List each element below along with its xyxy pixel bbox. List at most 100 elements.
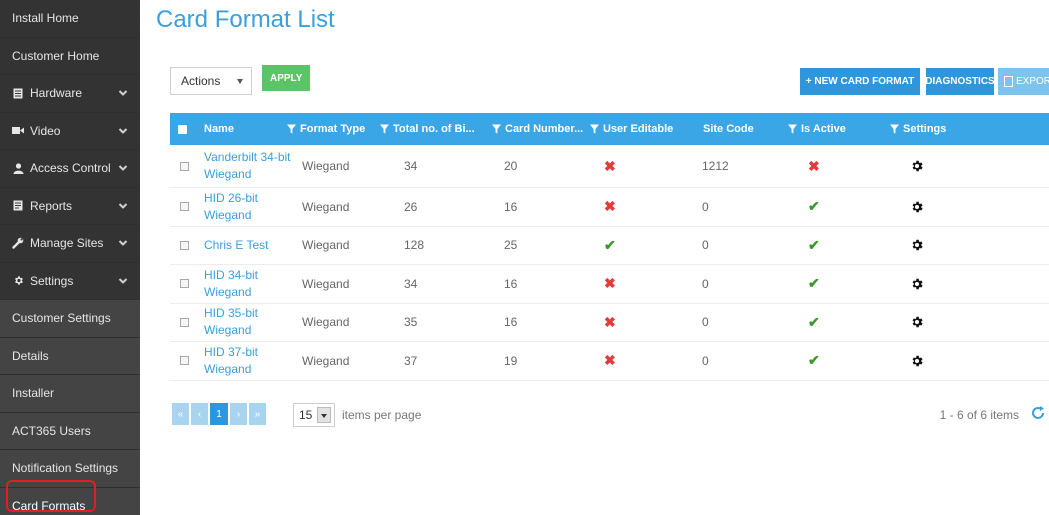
last-page-button[interactable]: » (249, 403, 266, 425)
gear-icon (912, 317, 923, 328)
wrench-icon (12, 237, 24, 249)
prev-page-button[interactable]: ‹ (191, 403, 208, 425)
header-settings[interactable]: Settings (890, 113, 946, 145)
filter-icon[interactable] (590, 124, 599, 134)
filter-icon[interactable] (492, 124, 501, 134)
filter-icon[interactable] (890, 124, 899, 134)
header-card-number[interactable]: Card Number... (492, 113, 583, 145)
user-editable-cell: ✖ (604, 188, 616, 226)
name-link-text[interactable]: HID 37-bit Wiegand (204, 344, 300, 378)
card-format-name-link[interactable]: Vanderbilt 34-bit Wiegand (204, 145, 300, 187)
table-row: Chris E Test Wiegand 128 25 ✔ 0 ✔ (170, 227, 1049, 265)
toolbar: Actions APPLY + NEW CARD FORMAT DIAGNOST… (170, 65, 1049, 95)
header-format-type[interactable]: Format Type (287, 113, 365, 145)
table-row: HID 34-bit Wiegand Wiegand 34 16 ✖ 0 ✔ (170, 265, 1049, 304)
is-active-cell: ✔ (808, 227, 820, 265)
sidebar-item-reports[interactable]: Reports (0, 187, 140, 225)
next-page-button[interactable]: › (230, 403, 247, 425)
is-active-cell: ✔ (808, 188, 820, 226)
header-total-bits[interactable]: Total no. of Bi... (380, 113, 475, 145)
card-number-cell: 19 (504, 353, 518, 368)
format-type-cell: Wiegand (302, 353, 350, 368)
sidebar-subitem-act365-users[interactable]: ACT365 Users (0, 412, 140, 450)
sidebar-item-hardware[interactable]: Hardware (0, 75, 140, 113)
site-code-cell: 0 (702, 199, 709, 214)
check-icon: ✔ (808, 236, 820, 253)
chevron-down-icon (118, 90, 128, 97)
sidebar-subitem-installer[interactable]: Installer (0, 375, 140, 413)
user-editable-cell: ✖ (604, 145, 616, 187)
header-label: Card Number... (505, 123, 584, 135)
row-checkbox[interactable] (180, 227, 189, 265)
row-checkbox[interactable] (180, 342, 189, 380)
new-card-format-button[interactable]: + NEW CARD FORMAT (800, 68, 920, 95)
check-icon: ✔ (808, 275, 820, 292)
card-format-name-link[interactable]: HID 26-bit Wiegand (204, 188, 300, 226)
sidebar-item-manage-sites[interactable]: Manage Sites (0, 225, 140, 263)
header-is-active[interactable]: Is Active (788, 113, 846, 145)
card-format-name-link[interactable]: HID 37-bit Wiegand (204, 342, 300, 380)
settings-gear-button[interactable] (910, 265, 924, 303)
row-checkbox[interactable] (180, 304, 189, 342)
check-icon: ✔ (808, 198, 820, 215)
user-editable-cell: ✖ (604, 342, 616, 380)
format-type-cell: Wiegand (302, 159, 350, 173)
sidebar: Install Home Customer Home Hardware Vide… (0, 0, 140, 515)
header-site-code[interactable]: Site Code (703, 113, 754, 145)
sidebar-subitem-details[interactable]: Details (0, 337, 140, 375)
card-format-name-link[interactable]: Chris E Test (204, 227, 300, 265)
grid-header: Name Format Type Total no. of Bi... Card… (170, 113, 1049, 145)
card-format-name-link[interactable]: HID 34-bit Wiegand (204, 265, 300, 303)
diagnostics-button[interactable]: DIAGNOSTICS (925, 68, 995, 95)
actions-select[interactable]: Actions (170, 67, 252, 95)
export-button[interactable]: EXPORT (998, 68, 1049, 95)
cross-icon: ✖ (808, 157, 820, 174)
row-checkbox[interactable] (180, 265, 189, 303)
card-format-name-link[interactable]: HID 35-bit Wiegand (204, 304, 300, 342)
cross-icon: ✖ (604, 275, 616, 292)
name-link-text[interactable]: HID 34-bit Wiegand (204, 267, 300, 301)
cross-icon: ✖ (604, 157, 616, 174)
format-type-cell: Wiegand (302, 315, 350, 330)
settings-gear-button[interactable] (910, 304, 924, 342)
header-name[interactable]: Name (204, 113, 234, 145)
cross-icon: ✖ (604, 313, 616, 330)
sidebar-subitem-notification-settings[interactable]: Notification Settings (0, 450, 140, 488)
sidebar-item-customer-home[interactable]: Customer Home (0, 37, 140, 75)
settings-gear-button[interactable] (910, 227, 924, 265)
sidebar-item-video[interactable]: Video (0, 112, 140, 150)
first-page-button[interactable]: « (172, 403, 189, 425)
name-link-text[interactable]: Vanderbilt 34-bit Wiegand (204, 149, 300, 183)
name-link-text[interactable]: Chris E Test (204, 237, 268, 254)
gear-icon (912, 240, 923, 251)
sidebar-item-access-control[interactable]: Access Control (0, 150, 140, 188)
settings-gear-button[interactable] (910, 188, 924, 226)
sidebar-item-install-home[interactable]: Install Home (0, 0, 140, 38)
pager: « ‹ 1 › » 15 items per page 1 - 6 of 6 i… (170, 400, 1049, 430)
select-all-checkbox[interactable] (178, 113, 187, 145)
filter-icon[interactable] (380, 124, 389, 134)
header-user-editable[interactable]: User Editable (590, 113, 673, 145)
sidebar-item-settings[interactable]: Settings (0, 262, 140, 300)
is-active-cell: ✔ (808, 304, 820, 342)
page-button-current[interactable]: 1 (210, 403, 228, 425)
row-checkbox[interactable] (180, 145, 189, 187)
card-number-cell: 25 (504, 238, 518, 253)
settings-gear-button[interactable] (910, 145, 924, 187)
page-size-select[interactable]: 15 (293, 403, 335, 427)
apply-button[interactable]: APPLY (262, 65, 311, 91)
name-link-text[interactable]: HID 26-bit Wiegand (204, 190, 300, 224)
page-size-value: 15 (299, 408, 313, 422)
sidebar-subitem-card-formats[interactable]: Card Formats (0, 487, 140, 515)
header-label: Site Code (703, 123, 754, 135)
name-link-text[interactable]: HID 35-bit Wiegand (204, 305, 300, 339)
filter-icon[interactable] (287, 124, 296, 134)
refresh-icon[interactable] (1029, 404, 1047, 422)
sidebar-item-label: Notification Settings (12, 461, 119, 476)
settings-gear-button[interactable] (910, 342, 924, 380)
is-active-cell: ✔ (808, 342, 820, 380)
filter-icon[interactable] (788, 124, 797, 134)
video-icon (12, 126, 24, 135)
row-checkbox[interactable] (180, 188, 189, 226)
sidebar-subitem-customer-settings[interactable]: Customer Settings (0, 300, 140, 338)
